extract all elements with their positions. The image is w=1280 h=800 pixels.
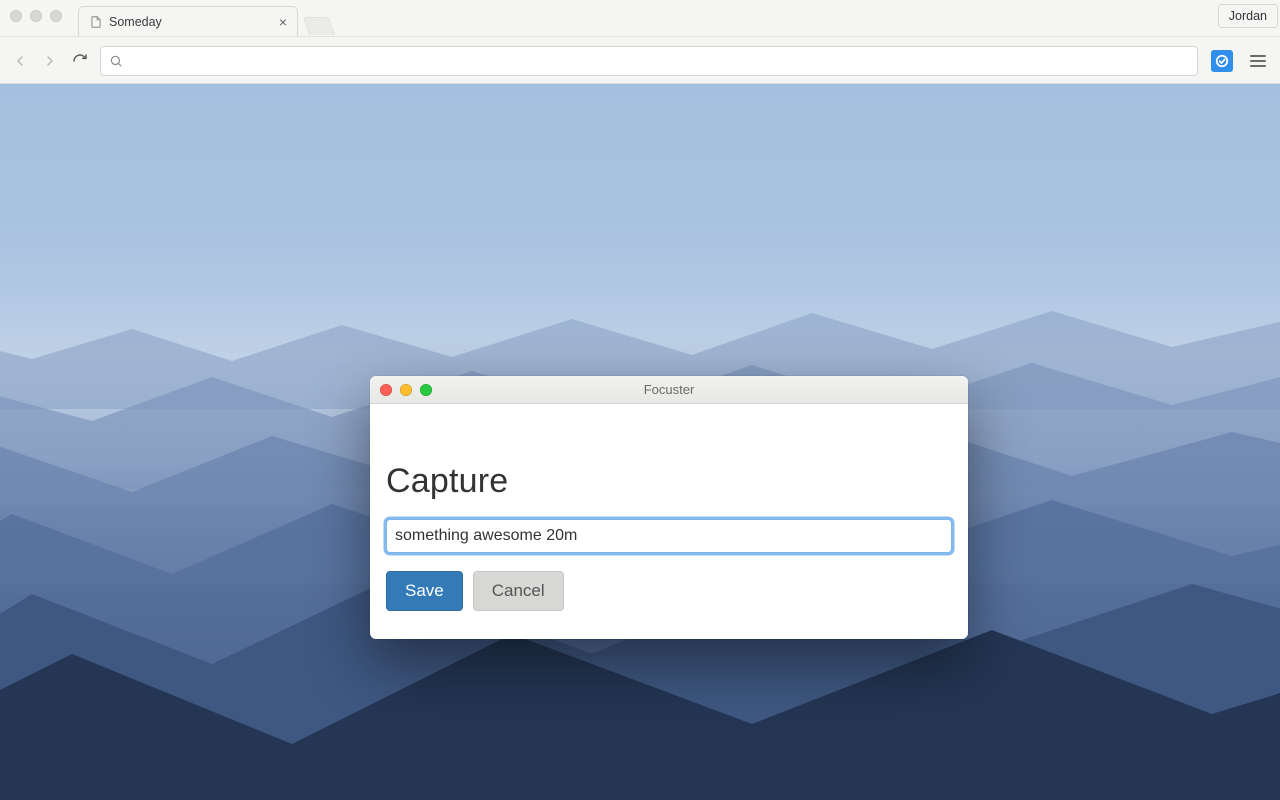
capture-heading: Capture [386,462,952,501]
profile-button[interactable]: Jordan [1218,4,1278,28]
popup-traffic-lights [380,384,432,396]
popup-titlebar[interactable]: Focuster [370,376,968,404]
capture-popup: Focuster Capture Save Cancel [370,376,968,639]
tab-strip: Someday × [0,0,1280,36]
back-button[interactable] [10,51,30,71]
browser-toolbar [0,36,1280,84]
cancel-button[interactable]: Cancel [473,571,564,611]
checkmark-badge-icon [1211,50,1233,72]
popup-zoom-dot[interactable] [420,384,432,396]
tab-title: Someday [109,15,162,29]
new-tab-button[interactable] [303,17,336,35]
omnibox-input[interactable] [129,53,1189,68]
save-button[interactable]: Save [386,571,463,611]
capture-input[interactable] [386,519,952,553]
save-button-label: Save [405,581,444,600]
forward-button[interactable] [40,51,60,71]
search-icon [109,54,123,68]
profile-name: Jordan [1229,9,1267,23]
popup-window-title: Focuster [370,382,968,397]
browser-tab[interactable]: Someday × [78,6,298,36]
page-viewport: Focuster Capture Save Cancel [0,84,1280,800]
browser-chrome: Someday × Jordan [0,0,1280,84]
page-icon [89,15,103,29]
cancel-button-label: Cancel [492,581,545,600]
popup-close-dot[interactable] [380,384,392,396]
popup-body: Capture Save Cancel [370,404,968,639]
address-bar[interactable] [100,46,1198,76]
popup-minimize-dot[interactable] [400,384,412,396]
extension-button[interactable] [1208,47,1236,75]
popup-actions: Save Cancel [386,571,952,611]
tab-close-icon[interactable]: × [279,15,287,29]
reload-button[interactable] [70,51,90,71]
hamburger-menu-icon[interactable] [1246,49,1270,73]
